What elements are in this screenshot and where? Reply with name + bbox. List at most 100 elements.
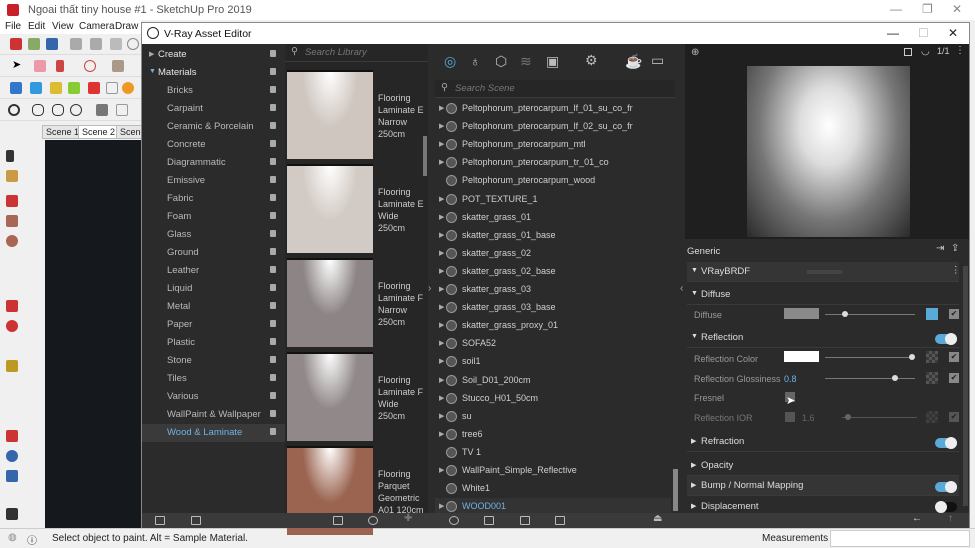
open-folder-icon[interactable] — [155, 516, 165, 525]
back-view-icon[interactable] — [88, 82, 100, 94]
category-item[interactable]: Metal — [142, 298, 285, 316]
expand-right-icon[interactable]: ▶ — [439, 466, 444, 474]
category-materials[interactable]: ▼ Materials — [142, 64, 285, 82]
scene-material-row[interactable]: White1 — [435, 480, 671, 498]
expand-right-icon[interactable]: ▶ — [439, 267, 444, 275]
category-item[interactable]: Leather — [142, 262, 285, 280]
line-tool-icon[interactable] — [6, 195, 18, 207]
expand-right-icon[interactable]: ▶ — [439, 357, 444, 365]
diffuse-slider[interactable] — [825, 311, 915, 317]
scene-material-row[interactable]: ▶ su — [435, 408, 671, 426]
render-teapot-icon[interactable] — [32, 104, 44, 116]
expand-right-icon[interactable]: ▶ — [439, 122, 444, 130]
scene-material-row[interactable]: ▶ skatter_grass_03 — [435, 281, 671, 299]
scene-search[interactable]: ⚲ Search Scene — [435, 80, 675, 98]
paste-icon[interactable] — [110, 38, 122, 50]
create-asset-icon[interactable] — [449, 516, 459, 525]
scene-material-row[interactable]: ▶ tree6 — [435, 426, 671, 444]
load-file-icon[interactable] — [484, 516, 494, 525]
reflection-color-slider[interactable] — [825, 354, 915, 360]
select-icon[interactable]: ➤ — [12, 58, 24, 71]
top-view-icon[interactable] — [30, 82, 42, 94]
scene-material-row[interactable]: Peltophorum_pterocarpum_wood — [435, 172, 671, 190]
preview-resolution[interactable]: 1/1 — [937, 46, 950, 56]
category-item[interactable]: Emissive — [142, 172, 285, 190]
library-item-label[interactable]: Flooring Laminate E Narrow 250cm — [378, 92, 426, 140]
ior-checkbox[interactable]: ✔ — [949, 412, 959, 422]
category-create[interactable]: ▶ Create — [142, 46, 285, 64]
pencil-icon[interactable] — [56, 60, 64, 72]
vray-minimize-button[interactable]: — — [887, 26, 899, 40]
vraybrdf-layer[interactable]: ▼ VRayBRDF ⋮ — [687, 262, 961, 282]
copy-icon[interactable] — [90, 38, 102, 50]
save-file-icon[interactable] — [520, 516, 530, 525]
render-teapot-icon[interactable]: ☕ — [625, 53, 642, 70]
orbit-icon[interactable] — [122, 82, 134, 94]
walk-icon[interactable] — [6, 508, 18, 520]
diffuse-texture-slot[interactable] — [926, 308, 938, 320]
minimize-button[interactable]: — — [890, 2, 902, 16]
expand-right-icon[interactable]: ▶ — [439, 430, 444, 438]
expand-right-icon[interactable]: ▶ — [439, 249, 444, 257]
bump-toggle[interactable] — [935, 481, 957, 493]
scene-material-row[interactable]: ▶ SOFA52 — [435, 335, 671, 353]
model-viewport[interactable] — [45, 140, 141, 528]
category-item[interactable]: Ceramic & Porcelain — [142, 118, 285, 136]
library-thumbnail[interactable] — [287, 164, 373, 253]
library-thumbnail[interactable] — [287, 352, 373, 441]
front-view-icon[interactable] — [50, 82, 62, 94]
rotate-tool-icon[interactable] — [6, 320, 18, 332]
displacement-toggle[interactable] — [935, 501, 957, 513]
grid-view-icon[interactable] — [333, 516, 343, 525]
scene-tab-1[interactable]: Scene 1 — [42, 125, 84, 139]
glossiness-value[interactable]: 0.8 — [784, 374, 797, 384]
expand-right-icon[interactable]: ▶ — [439, 502, 444, 510]
reflection-texture-slot[interactable] — [926, 351, 938, 363]
category-item[interactable]: Plastic — [142, 334, 285, 352]
menu-view[interactable]: View — [52, 21, 74, 32]
library-thumbnail[interactable] — [287, 258, 373, 347]
restore-button[interactable]: ❐ — [922, 2, 933, 16]
expand-right-icon[interactable]: ▶ — [439, 303, 444, 311]
scene-material-row[interactable]: ▶ skatter_grass_01_base — [435, 227, 671, 245]
expand-right-icon[interactable]: ▶ — [439, 412, 444, 420]
scene-material-row[interactable]: ▶ skatter_grass_proxy_01 — [435, 317, 671, 335]
expand-right-icon[interactable]: ▶ — [439, 213, 444, 221]
reflection-color-swatch[interactable] — [784, 351, 819, 362]
ior-value[interactable]: 1.6 — [802, 413, 815, 423]
zoom-tool-icon[interactable] — [6, 450, 18, 462]
expand-right-icon[interactable]: ▶ — [439, 321, 444, 329]
vray-close-button[interactable]: ✕ — [948, 26, 958, 40]
expand-right-icon[interactable]: ▶ — [439, 394, 444, 402]
scene-material-row[interactable]: ▶ Stucco_H01_50cm — [435, 390, 671, 408]
glossiness-texture-slot[interactable] — [926, 372, 938, 384]
layer-menu-icon[interactable]: ⋮ — [951, 265, 961, 276]
eraser-icon[interactable] — [34, 60, 46, 72]
expand-right-icon[interactable]: ▶ — [439, 376, 444, 384]
library-search[interactable]: ⚲ Search Library — [285, 44, 428, 62]
ior-slider[interactable] — [842, 414, 917, 420]
menu-camera[interactable]: Camera — [79, 21, 115, 32]
refraction-toggle[interactable] — [935, 437, 957, 449]
tape-tool-icon[interactable] — [6, 360, 18, 372]
preview-shape-icon[interactable] — [904, 48, 912, 56]
settings-tab-icon[interactable]: ⚙ — [585, 52, 598, 69]
up-arrow-icon[interactable]: ↑ — [948, 513, 953, 524]
category-item[interactable]: Carpaint — [142, 100, 285, 118]
info-icon[interactable]: ⓘ — [27, 532, 37, 547]
layer-name-field[interactable] — [807, 270, 842, 274]
collapse-library-icon[interactable]: › — [428, 283, 431, 294]
materials-tab-icon[interactable]: ◎ — [444, 53, 456, 70]
scene-material-row[interactable]: ▶ Peltophorum_pterocarpum_mtl — [435, 136, 671, 154]
category-item[interactable]: Diagrammatic — [142, 154, 285, 172]
expand-right-icon[interactable]: ▶ — [439, 195, 444, 203]
expand-right-icon[interactable]: ▶ — [439, 158, 444, 166]
export-icon[interactable]: ⇪ — [951, 243, 959, 254]
pin-icon[interactable]: ⇥ — [936, 243, 944, 254]
new-icon[interactable] — [10, 38, 22, 50]
scene-material-row[interactable]: ▶ POT_TEXTURE_1 — [435, 191, 671, 209]
expand-right-icon[interactable]: ▶ — [439, 339, 444, 347]
menu-file[interactable]: File — [5, 21, 21, 32]
library-item-label[interactable]: Flooring Parquet Geometric A01 120cm — [378, 468, 426, 516]
rect-tool-icon[interactable] — [6, 215, 18, 227]
